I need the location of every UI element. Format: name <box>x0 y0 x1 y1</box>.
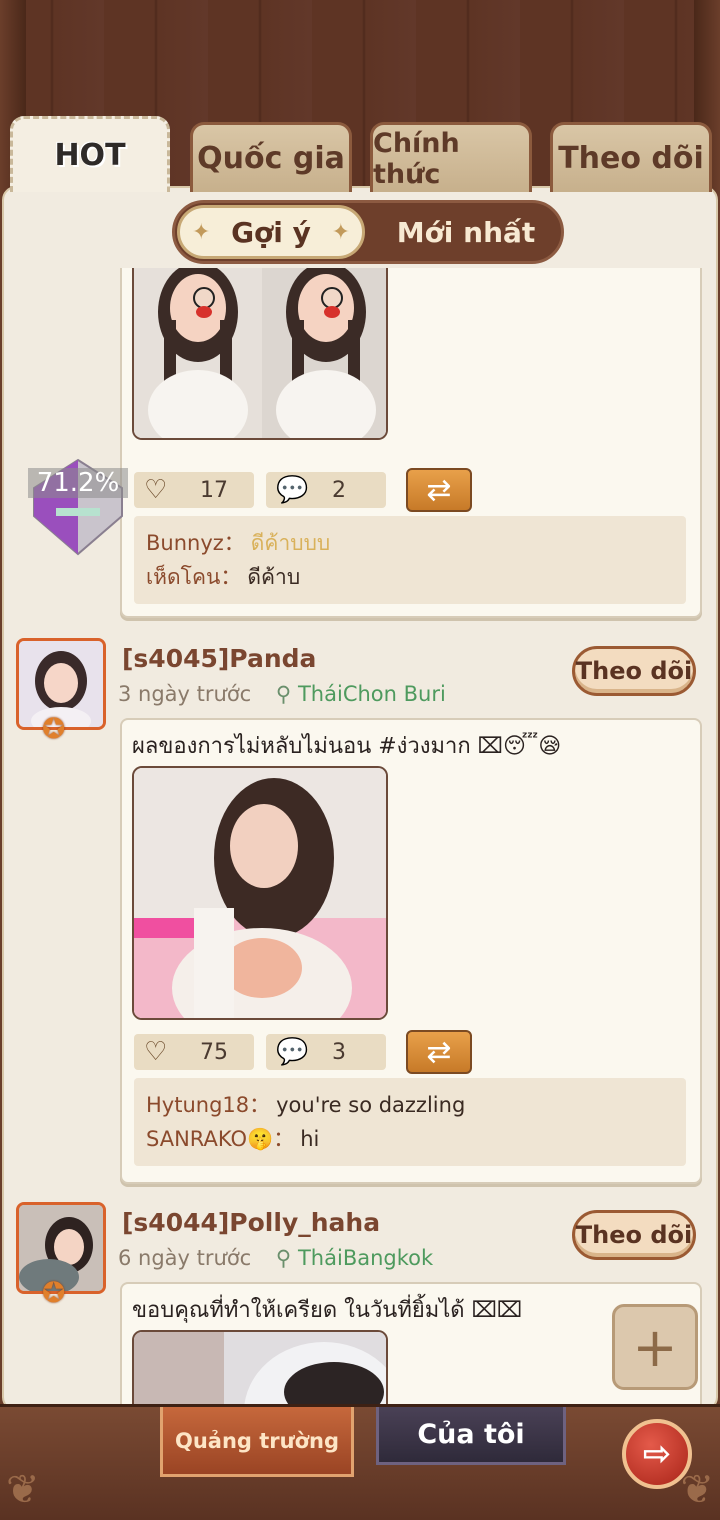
heart-icon: ♡ <box>144 1037 168 1067</box>
sparkle-icon: ✦ <box>192 220 211 245</box>
comment-item[interactable]: Hytung18： you're so dazzling <box>146 1088 674 1122</box>
exit-button[interactable]: ⇨ <box>622 1419 692 1489</box>
post-card: ผลของการไม่หลับไม่นอน #ง่วงมาก ⌧😴😪 ♡ 75 <box>120 718 702 1184</box>
post-photo[interactable] <box>132 1330 388 1408</box>
comment-user: เห็ดโคน： <box>146 565 242 589</box>
comment-item[interactable]: SANRAKO🤫： hi <box>146 1122 674 1156</box>
tab-following[interactable]: Theo dõi <box>550 122 712 192</box>
rank-star-icon: ✪ <box>42 712 66 745</box>
comment-button[interactable]: 💬 3 <box>266 1034 386 1070</box>
follow-button[interactable]: Theo dõi <box>572 1210 696 1260</box>
comment-item[interactable]: Bunnyz： ดีค้าบบบ <box>146 526 674 560</box>
location-pin-icon: ⚲ <box>275 1246 292 1270</box>
speech-bubble-icon: 💬 <box>276 1037 309 1067</box>
like-count: 75 <box>200 1039 228 1065</box>
comment-user: SANRAKO🤫： <box>146 1127 295 1151</box>
post-text: ขอบคุณที่ทำให้เครียด ในวันที่ยิ้มได้ ⌧⌧ <box>132 1298 523 1323</box>
comment-text: you're so dazzling <box>276 1093 466 1117</box>
comment-list: Hytung18： you're so dazzling SANRAKO🤫： hi <box>134 1078 686 1166</box>
comment-text: ดีค้าบ <box>247 565 301 589</box>
post-location: TháiChon Buri <box>297 682 446 706</box>
post-meta: 6 ngày trước ⚲ TháiBangkok <box>118 1246 433 1270</box>
post-time: 6 ngày trước <box>118 1246 252 1270</box>
like-count: 17 <box>200 477 228 503</box>
post-photo[interactable] <box>132 268 388 440</box>
progress-label: 71.2% <box>28 468 128 498</box>
sort-newest-button[interactable]: Mới nhất <box>371 203 561 261</box>
like-button[interactable]: ♡ 75 <box>134 1034 254 1070</box>
nav-mine-button[interactable]: Của tôi <box>376 1407 566 1465</box>
category-tabs: HOT Quốc gia Chính thức Theo dõi <box>8 116 712 192</box>
comment-count: 3 <box>332 1039 346 1065</box>
repost-icon: ⇄ <box>426 1034 452 1070</box>
sort-toggle: ✦ Gợi ý ✦ Mới nhất <box>172 200 564 264</box>
location-pin-icon: ⚲ <box>275 682 292 706</box>
rank-star-icon: ✪ <box>42 1276 66 1309</box>
post-location: TháiBangkok <box>297 1246 434 1270</box>
heart-icon: ♡ <box>144 475 168 505</box>
comment-item[interactable]: เห็ดโคน： ดีค้าบ <box>146 560 674 594</box>
post-time: 3 ngày trước <box>118 682 252 706</box>
comment-list: Bunnyz： ดีค้าบบบ เห็ดโคน： ดีค้าบ <box>134 516 686 604</box>
repost-icon: ⇄ <box>426 472 452 508</box>
comment-count: 2 <box>332 477 346 503</box>
post-card: ♡ 17 💬 2 ⇄ Bunnyz： ดีค้าบบบ เห็ดโคน： ดีค้า… <box>120 268 702 618</box>
comment-button[interactable]: 💬 2 <box>266 472 386 508</box>
post-photo[interactable] <box>132 766 388 1020</box>
feed-panel: ✦ Gợi ý ✦ Mới nhất ♡ 17 💬 2 ⇄ Bunnyz： ดี… <box>2 186 718 1411</box>
new-post-button[interactable]: + <box>612 1304 698 1390</box>
repost-button[interactable]: ⇄ <box>406 1030 472 1074</box>
speech-bubble-icon: 💬 <box>276 475 309 505</box>
bottom-navigation: ❦ ❦ Quảng trường Của tôi ⇨ <box>0 1404 720 1520</box>
post-actions: ♡ 17 💬 2 ⇄ <box>134 468 484 512</box>
comment-user: Hytung18： <box>146 1093 271 1117</box>
poster-name[interactable]: [s4045]Panda <box>122 644 316 673</box>
post-actions: ♡ 75 💬 3 ⇄ <box>134 1030 484 1074</box>
ornament-icon: ❦ <box>6 1467 40 1513</box>
nav-plaza-button[interactable]: Quảng trường <box>160 1407 354 1477</box>
post-feed[interactable]: ♡ 17 💬 2 ⇄ Bunnyz： ดีค้าบบบ เห็ดโคน： ดีค้า… <box>4 268 716 1408</box>
comment-user: Bunnyz： <box>146 531 245 555</box>
comment-text: ดีค้าบบบ <box>250 531 331 555</box>
poster-name[interactable]: [s4044]Polly_haha <box>122 1208 380 1237</box>
follow-button[interactable]: Theo dõi <box>572 646 696 696</box>
repost-button[interactable]: ⇄ <box>406 468 472 512</box>
like-button[interactable]: ♡ 17 <box>134 472 254 508</box>
exit-icon: ⇨ <box>642 1434 672 1474</box>
tab-official[interactable]: Chính thức <box>370 122 532 192</box>
tab-hot[interactable]: HOT <box>10 116 170 192</box>
post-meta: 3 ngày trước ⚲ TháiChon Buri <box>118 682 446 706</box>
tab-country[interactable]: Quốc gia <box>190 122 352 192</box>
sort-suggested-label: Gợi ý <box>231 215 311 249</box>
post-text: ผลของการไม่หลับไม่นอน #ง่วงมาก ⌧😴😪 <box>132 734 562 759</box>
progress-widget[interactable]: 71.2% <box>28 458 128 558</box>
plus-icon: + <box>632 1315 678 1379</box>
sort-suggested-button[interactable]: ✦ Gợi ý ✦ <box>177 205 365 259</box>
comment-text: hi <box>300 1127 320 1151</box>
sparkle-icon: ✦ <box>331 220 350 245</box>
